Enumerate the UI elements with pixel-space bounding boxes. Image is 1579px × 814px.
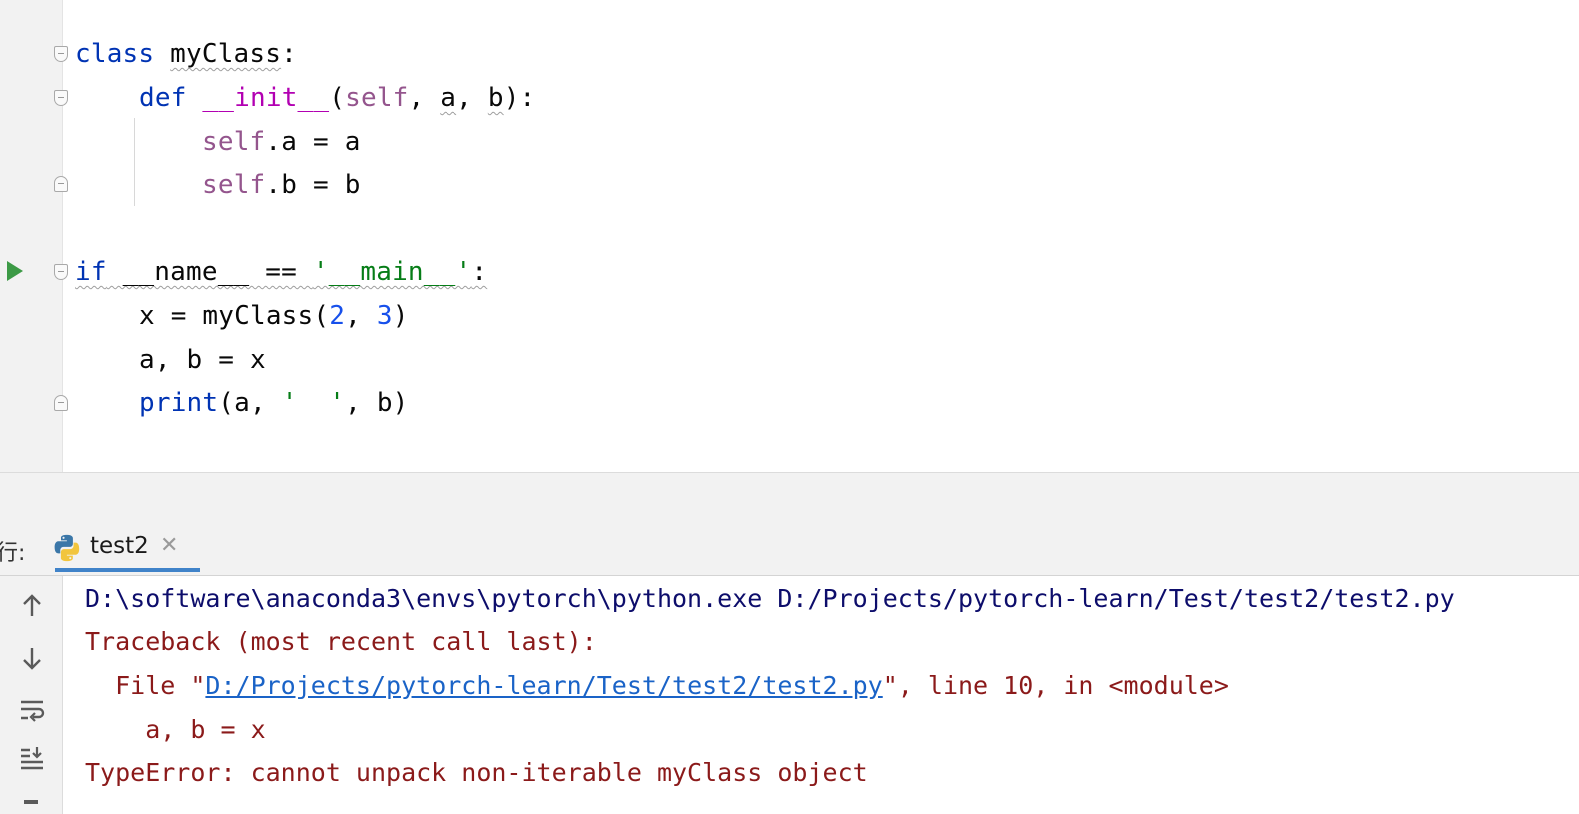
code-text: .a = a: [265, 127, 361, 157]
punctuation: ):: [503, 83, 536, 113]
panel-divider[interactable]: [0, 472, 1579, 522]
fold-marker-icon[interactable]: [54, 90, 68, 106]
builtin-function: print: [139, 388, 219, 418]
code-line-7[interactable]: a, b = x: [139, 343, 266, 377]
code-line-3[interactable]: self.a = a: [202, 125, 361, 159]
code-text: (a,: [218, 388, 282, 418]
keyword: class: [75, 39, 155, 69]
fold-marker-icon[interactable]: [54, 264, 68, 280]
code-text: , b): [345, 388, 409, 418]
code-line-2[interactable]: def __init__(self, a, b):: [139, 81, 535, 115]
code-text: __name__ ==: [106, 257, 313, 287]
console-command-line: D:\software\anaconda3\envs\pytorch\pytho…: [85, 584, 1455, 613]
editor-gutter: [0, 0, 68, 472]
function-name: __init__: [202, 83, 330, 113]
fold-end-icon[interactable]: [54, 395, 68, 411]
punctuation: :: [281, 39, 297, 69]
fold-marker-icon[interactable]: [54, 46, 68, 62]
punctuation: ,: [345, 301, 377, 331]
string-literal: ' ': [281, 388, 346, 418]
console-code-line: a, b = x: [85, 715, 266, 744]
close-icon[interactable]: ✕: [160, 533, 178, 558]
param-a: a: [440, 83, 457, 113]
run-label: 行:: [0, 541, 26, 566]
arrow-down-icon[interactable]: [18, 644, 46, 672]
active-tab-indicator: [55, 568, 200, 572]
param-b: b: [487, 83, 504, 113]
self-param: self: [345, 83, 409, 113]
run-icon[interactable]: [7, 261, 23, 281]
code-text: x = myClass(: [139, 301, 330, 331]
soft-wrap-icon[interactable]: [18, 696, 46, 724]
punctuation: (: [329, 83, 346, 113]
self-ref: self: [202, 170, 266, 200]
fold-end-icon[interactable]: [54, 176, 68, 192]
python-icon: [54, 534, 80, 562]
code-line-1[interactable]: class myClass:: [75, 37, 297, 71]
keyword: def: [139, 83, 187, 113]
file-link[interactable]: D:/Projects/pytorch-learn/Test/test2/tes…: [205, 671, 882, 700]
code-text: ", line 10, in <module>: [882, 671, 1229, 700]
punctuation: ,: [408, 83, 441, 113]
run-tool-window-header: 行: test2 ✕: [0, 521, 1579, 576]
console-file-line: File "D:/Projects/pytorch-learn/Test/tes…: [85, 669, 1229, 703]
code-line-8[interactable]: print(a, ' ', b): [139, 386, 409, 420]
class-name: myClass: [170, 39, 282, 69]
console-traceback-header: Traceback (most recent call last):: [85, 627, 597, 656]
run-tab-test2[interactable]: test2 ✕: [52, 529, 200, 567]
console-output[interactable]: D:\software\anaconda3\envs\pytorch\pytho…: [63, 576, 1579, 814]
keyword: if: [75, 257, 107, 287]
number-literal: 2: [329, 301, 346, 331]
number-literal: 3: [376, 301, 393, 331]
code-editor[interactable]: class myClass: def __init__(self, a, b):…: [0, 0, 1579, 472]
console-toolbar: [0, 576, 63, 814]
string-literal: '__main__': [312, 257, 472, 287]
punctuation: :: [471, 257, 488, 287]
code-line-5[interactable]: if __name__ == '__main__':: [75, 255, 487, 289]
code-line-4[interactable]: self.b = b: [202, 168, 361, 202]
code-line-6[interactable]: x = myClass(2, 3): [139, 299, 409, 333]
scroll-to-end-icon[interactable]: [18, 744, 46, 772]
code-text: a, b = x: [139, 345, 266, 375]
console-error-line: TypeError: cannot unpack non-iterable my…: [85, 758, 868, 787]
arrow-up-icon[interactable]: [18, 592, 46, 620]
punctuation: ): [392, 301, 409, 331]
code-text: .b = b: [265, 170, 361, 200]
indent-guide: [134, 118, 135, 206]
run-tab-title: test2: [90, 533, 149, 559]
self-ref: self: [202, 127, 266, 157]
more-icon[interactable]: [24, 800, 38, 804]
punctuation: ,: [456, 83, 488, 113]
code-text: File ": [85, 671, 206, 700]
